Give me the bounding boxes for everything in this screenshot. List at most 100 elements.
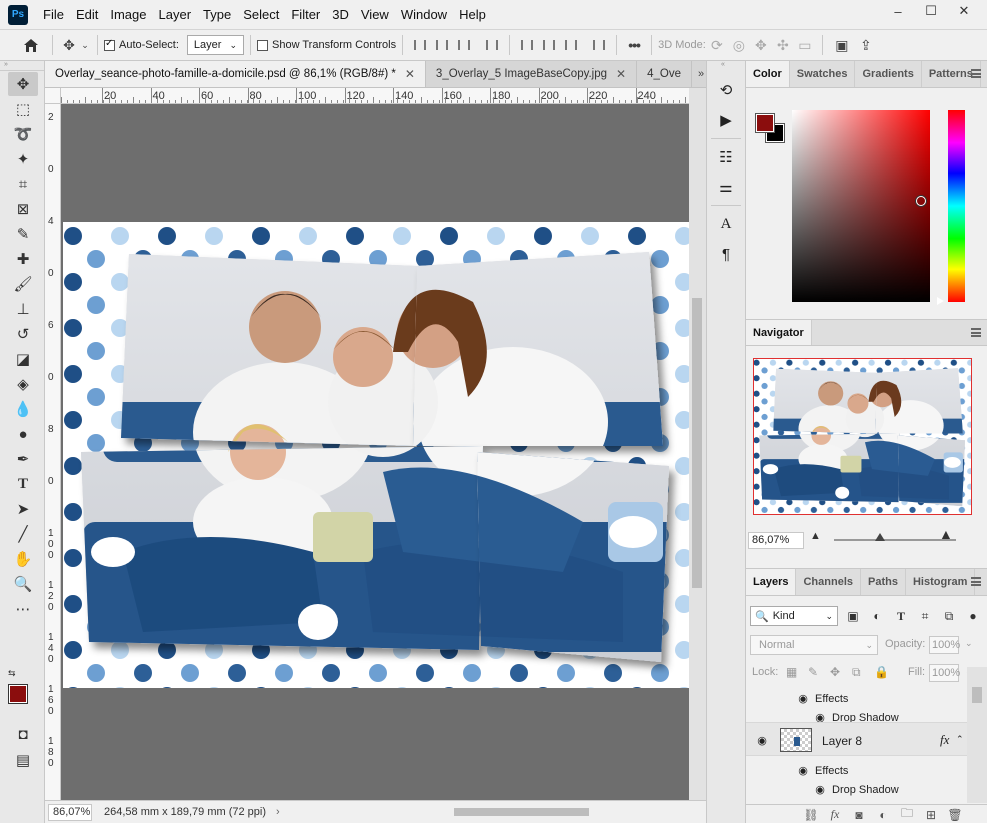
filter-pixel-icon[interactable]: ▣ <box>844 607 862 625</box>
eraser-tool-icon[interactable]: ◪ <box>8 347 38 371</box>
more-options-icon[interactable]: ••• <box>623 34 645 56</box>
blend-mode-select[interactable]: Normal ⌄ <box>750 635 878 655</box>
maximize-button[interactable]: ☐ <box>916 2 946 20</box>
quick-mask-icon[interactable]: ◘ <box>8 722 38 746</box>
link-layers-icon[interactable]: ⛓ <box>801 806 821 823</box>
tab-gradients[interactable]: Gradients <box>855 61 922 87</box>
blur-tool-icon[interactable]: 💧 <box>8 397 38 421</box>
lock-position-icon[interactable]: ✥ <box>830 665 840 679</box>
align-middle-icon[interactable] <box>538 34 560 56</box>
move-tool-icon[interactable]: ✥ <box>59 34 79 56</box>
3d-roll-icon[interactable]: ◎ <box>728 34 750 56</box>
foreground-color-swatch[interactable] <box>756 114 774 132</box>
workspace-icon[interactable]: ▣ <box>829 34 855 56</box>
3d-scale-icon[interactable]: ▭ <box>794 34 816 56</box>
share-icon[interactable]: ⇪ <box>855 34 877 56</box>
layer-row-layer-8[interactable]: ◉ Layer 8 fx ⌃ <box>746 722 967 756</box>
scrollbar-thumb[interactable] <box>454 808 589 816</box>
tab-4-overlay[interactable]: 4_Ove <box>637 61 692 87</box>
menu-view[interactable]: View <box>355 0 395 29</box>
pen-tool-icon[interactable]: ✒ <box>8 447 38 471</box>
crop-tool-icon[interactable]: ⌗ <box>8 172 38 196</box>
align-top-icon[interactable] <box>516 34 538 56</box>
menu-image[interactable]: Image <box>104 0 152 29</box>
panel-grip[interactable]: « <box>707 61 745 73</box>
new-adjustment-layer-icon[interactable]: ◐ <box>873 806 893 823</box>
3d-pan-icon[interactable]: ✥ <box>750 34 772 56</box>
lock-transparent-icon[interactable]: ▦ <box>786 665 797 679</box>
path-selection-tool-icon[interactable]: ➤ <box>8 497 38 521</box>
tab-overlay-5-jpg[interactable]: 3_Overlay_5 ImageBaseCopy.jpg ✕ <box>426 61 638 87</box>
align-left-icon[interactable] <box>409 34 431 56</box>
layer-effects-row[interactable]: ◉ Effects <box>746 761 967 780</box>
move-tool-icon[interactable]: ✥ <box>8 72 38 96</box>
color-picker-field[interactable] <box>792 110 930 302</box>
close-window-button[interactable]: ✕ <box>949 2 979 20</box>
tab-swatches[interactable]: Swatches <box>790 61 856 87</box>
menu-edit[interactable]: Edit <box>70 0 104 29</box>
document-canvas[interactable] <box>63 222 689 688</box>
close-icon[interactable]: ✕ <box>405 67 415 81</box>
status-menu-icon[interactable]: › <box>276 806 280 818</box>
canvas-area[interactable] <box>61 104 689 800</box>
panel-grip[interactable]: » <box>0 61 44 71</box>
home-icon[interactable] <box>16 34 46 56</box>
type-tool-icon[interactable]: T <box>8 472 38 496</box>
menu-help[interactable]: Help <box>453 0 492 29</box>
chevron-down-icon[interactable]: ⌄ <box>79 34 91 56</box>
brush-tool-icon[interactable]: 🖌 <box>8 272 38 296</box>
filter-toggle-icon[interactable]: ● <box>964 607 982 625</box>
menu-type[interactable]: Type <box>197 0 237 29</box>
panel-menu-icon[interactable] <box>971 577 981 586</box>
eye-icon[interactable]: ◉ <box>796 693 810 705</box>
layer-filter-kind-select[interactable]: 🔍 Kind ⌄ <box>750 606 838 626</box>
menu-layer[interactable]: Layer <box>153 0 198 29</box>
fill-field[interactable]: 100% <box>929 664 960 682</box>
opacity-field[interactable]: 100% <box>929 636 960 654</box>
layer-effect-drop-shadow-row[interactable]: ◉ Drop Shadow <box>746 780 967 799</box>
filter-type-icon[interactable]: T <box>892 607 910 625</box>
align-bottom-icon[interactable] <box>560 34 582 56</box>
paragraph-panel-icon[interactable]: ¶ <box>713 241 739 267</box>
navigator-view-box[interactable] <box>753 358 972 515</box>
zoom-in-icon[interactable]: ▲ <box>939 526 953 542</box>
eye-icon[interactable]: ◉ <box>813 712 827 724</box>
canvas-vertical-scrollbar[interactable] <box>689 88 706 800</box>
navigator-zoom-slider-handle[interactable] <box>875 533 885 541</box>
layer-name[interactable]: Layer 8 <box>822 734 862 748</box>
menu-3d[interactable]: 3D <box>326 0 355 29</box>
zoom-level-field[interactable]: 86,07% <box>48 803 92 821</box>
lock-image-icon[interactable]: ✎ <box>808 665 818 679</box>
paint-bucket-tool-icon[interactable]: ◈ <box>8 372 38 396</box>
tab-navigator[interactable]: Navigator <box>746 320 812 345</box>
healing-brush-tool-icon[interactable]: ✚ <box>8 247 38 271</box>
align-center-icon[interactable] <box>431 34 453 56</box>
navigator-zoom-slider[interactable] <box>834 539 956 541</box>
lock-all-icon[interactable]: 🔒 <box>874 665 889 679</box>
scrollbar-thumb[interactable] <box>972 687 982 703</box>
canvas-horizontal-scrollbar[interactable] <box>329 805 589 817</box>
history-panel-icon[interactable]: ⟲ <box>713 77 739 103</box>
menu-window[interactable]: Window <box>395 0 453 29</box>
fx-icon[interactable]: fx <box>940 732 949 748</box>
color-picker-marker[interactable] <box>916 196 926 206</box>
brush-settings-icon[interactable]: ☷ <box>713 144 739 170</box>
layers-scrollbar[interactable] <box>967 667 987 803</box>
navigator-zoom-field[interactable]: 86,07% <box>748 532 804 549</box>
zoom-out-icon[interactable]: ▲ <box>810 530 821 542</box>
navigator-preview[interactable] <box>753 358 972 515</box>
panel-menu-icon[interactable] <box>971 69 981 78</box>
foreground-color-swatch[interactable] <box>9 685 27 703</box>
chevron-up-icon[interactable]: ⌃ <box>956 734 964 745</box>
tab-color[interactable]: Color <box>746 61 790 87</box>
auto-select-target-select[interactable]: Layer ⌄ <box>186 35 244 55</box>
marquee-tool-icon[interactable]: ⬚ <box>8 97 38 121</box>
zoom-tool-icon[interactable]: 🔍 <box>8 572 38 596</box>
lock-artboard-icon[interactable]: ⧉ <box>852 665 861 680</box>
3d-orbit-icon[interactable]: ⟳ <box>706 34 728 56</box>
character-panel-icon[interactable]: A <box>713 211 739 237</box>
distribute-icon[interactable] <box>481 34 503 56</box>
tab-channels[interactable]: Channels <box>796 569 861 595</box>
tab-overlay-psd[interactable]: Overlay_seance-photo-famille-a-domicile.… <box>45 61 426 87</box>
distribute-vertical-icon[interactable] <box>588 34 610 56</box>
